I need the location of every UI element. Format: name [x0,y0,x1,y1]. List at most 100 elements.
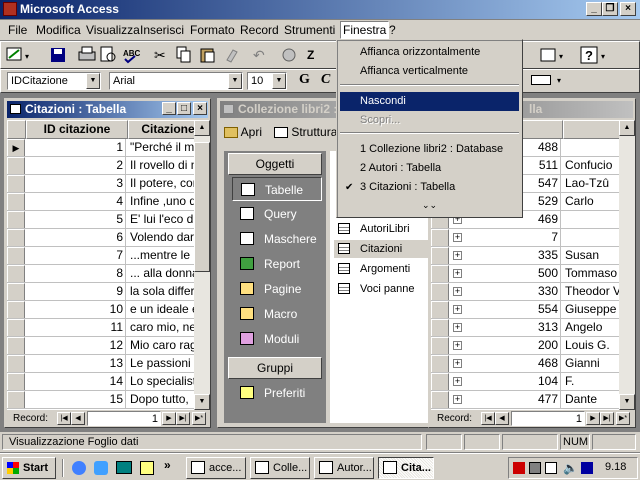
name-cell[interactable]: Confucio [563,157,619,174]
next-record-icon[interactable]: ▶ [162,412,176,425]
last-record-icon[interactable]: ▶| [600,412,614,425]
favorites-item[interactable]: Preferiti [232,381,322,405]
corner-header[interactable] [7,120,26,139]
border-style-icon[interactable] [531,75,551,85]
hyperlink-icon[interactable] [282,48,296,62]
font-combo[interactable]: Arial ▼ [109,72,243,90]
expand-icon[interactable]: + [453,377,462,386]
citazioni-maximize-button[interactable]: □ [177,102,191,115]
scroll-up-icon[interactable]: ▲ [619,120,635,136]
number-cell[interactable]: 330 [465,283,561,300]
name-cell[interactable]: Susan [563,247,619,264]
taskbar-task[interactable]: Autor... [314,457,374,479]
menu-item-2-autori-tabella[interactable]: 2 Autori : Tabella [340,159,519,178]
expand-icon[interactable]: + [453,251,462,260]
menu-finestra[interactable]: Finestra [340,21,390,39]
more-quicklaunch-icon[interactable]: » [164,458,171,472]
menu-item-affianca-orizzontalmente[interactable]: Affianca orizzontalmente [340,43,519,62]
open-button[interactable]: Apri [224,125,262,139]
citation-cell[interactable]: e un ideale è [128,301,194,318]
outlook-icon[interactable] [94,461,108,475]
scroll-up-icon[interactable]: ▲ [194,120,210,136]
new-record-icon[interactable]: ▶* [192,412,206,425]
id-cell[interactable]: 7 [26,247,126,264]
taskbar-task[interactable]: Cita... [378,457,434,479]
table-row[interactable]: 14 Lo specialist [7,373,194,391]
record-selector[interactable] [431,301,449,318]
record-selector[interactable] [431,229,449,246]
tray-monitor-icon[interactable] [545,462,557,474]
citation-cell[interactable]: ...mentre le [128,247,194,264]
record-selector[interactable] [431,247,449,264]
id-cell[interactable]: 6 [26,229,126,246]
citation-cell[interactable]: Il potere, con [128,175,194,192]
citation-cell[interactable]: ... alla donna [128,265,194,282]
dropdown-arrow-icon[interactable]: ▼ [86,73,100,89]
tray-app2-icon[interactable] [581,462,593,474]
current-record-selector[interactable]: ▶ [7,139,25,156]
table-row[interactable]: 5 E' lui l'eco di [7,211,194,229]
id-cell[interactable]: 4 [26,193,126,210]
menu-help[interactable]: ? [389,23,396,37]
menu-item-affianca-verticalmente[interactable]: Affianca verticalmente [340,62,519,81]
objects-header-button[interactable]: Oggetti [228,153,322,175]
table-row[interactable]: +7 [431,229,619,247]
first-record-icon[interactable]: |◀ [481,412,495,425]
record-selector[interactable] [7,175,25,192]
view-icon[interactable]: ▾ [6,47,29,61]
record-selector[interactable] [431,283,449,300]
number-cell[interactable]: 477 [465,391,561,408]
col-name-header[interactable] [563,120,623,139]
record-selector[interactable] [7,229,25,246]
record-selector[interactable] [431,319,449,336]
citation-cell[interactable]: Lo specialist [128,373,194,390]
last-record-icon[interactable]: ▶| [176,412,190,425]
id-cell[interactable]: 5 [26,211,126,228]
table-row[interactable]: +477 Dante [431,391,619,409]
record-number-field[interactable]: 1 [511,411,585,426]
size-combo[interactable]: 10 ▼ [247,72,287,90]
object-combo[interactable]: IDCitazione ▼ [7,72,101,90]
preview-icon[interactable] [100,46,116,62]
print-icon[interactable] [78,46,96,61]
clock[interactable]: 9.18 [605,461,626,473]
citation-cell[interactable]: Volendo darn [128,229,194,246]
object-maschere[interactable]: Maschere [232,227,322,251]
table-row[interactable]: +330 Theodor V [431,283,619,301]
scroll-down-icon[interactable]: ▼ [619,394,635,410]
id-cell[interactable]: 14 [26,373,126,390]
object-query[interactable]: Query [232,202,322,226]
table-row[interactable]: +554 Giuseppe [431,301,619,319]
number-cell[interactable]: 200 [465,337,561,354]
id-cell[interactable]: 1 [26,139,126,156]
record-selector[interactable] [7,337,25,354]
spelling-icon[interactable]: ABC [123,49,141,64]
table-row[interactable]: +104 F. [431,373,619,391]
next-record-icon[interactable]: ▶ [586,412,600,425]
table-row[interactable]: 13 Le passioni [7,355,194,373]
id-cell[interactable]: 9 [26,283,126,300]
number-cell[interactable]: 313 [465,319,561,336]
name-cell[interactable]: Louis G. [563,337,619,354]
scroll-thumb[interactable] [194,142,210,272]
table-row[interactable]: 12 Mio caro rag [7,337,194,355]
id-cell[interactable]: 12 [26,337,126,354]
record-selector[interactable] [7,211,25,228]
menu-item-nascondi[interactable]: Nascondi [340,92,519,111]
channels-icon[interactable] [140,461,154,475]
table-row[interactable]: 8... alla donna [7,265,194,283]
citation-cell[interactable]: Dopo tutto, [128,391,194,408]
expand-icon[interactable]: + [453,269,462,278]
structure-button[interactable]: Struttura [274,125,337,139]
object-pagine[interactable]: Pagine [232,277,322,301]
ie-icon[interactable] [72,461,86,475]
volume-icon[interactable]: 🔈 [563,461,578,475]
citazioni-close-button[interactable]: × [193,102,207,115]
table-row[interactable]: 3 Il potere, con [7,175,194,193]
new-object-icon[interactable]: ▾ [540,48,563,62]
restore-button[interactable]: ❐ [602,2,618,16]
save-icon[interactable] [51,48,65,62]
menu-item-3-citazioni-tabella[interactable]: ✔ 3 Citazioni : Tabella [340,178,519,197]
expand-icon[interactable]: + [453,341,462,350]
table-row[interactable]: 2 Il rovello di n [7,157,194,175]
